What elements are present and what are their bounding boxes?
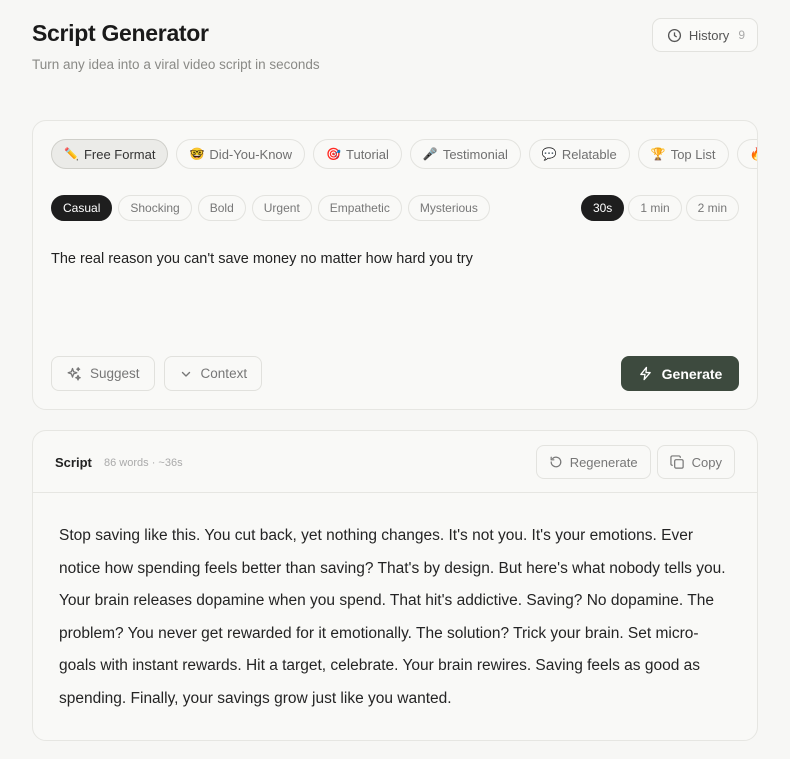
copy-icon (669, 454, 685, 470)
format-chip-in[interactable]: 🔥 In (736, 139, 757, 169)
prompt-tools: Suggest Context (51, 356, 263, 391)
regenerate-label: Regenerate (569, 454, 638, 470)
suggest-label: Suggest (90, 366, 140, 381)
script-card: Script 86 words · ~36s Regenerate Copy S… (32, 430, 758, 741)
context-button[interactable]: Context (163, 356, 263, 391)
speech-bubble-icon: 💬 (541, 147, 557, 161)
history-count: 9 (738, 28, 745, 42)
trophy-icon: 🏆 (650, 147, 666, 161)
target-icon: 🎯 (326, 147, 341, 161)
context-label: Context (200, 366, 248, 381)
format-chip-label: Tutorial (346, 146, 389, 162)
clock-icon (667, 28, 682, 43)
copy-button[interactable]: Copy (656, 445, 735, 479)
suggest-button[interactable]: Suggest (51, 356, 155, 391)
page-header: Script Generator Turn any idea into a vi… (32, 18, 758, 80)
microphone-icon: 🎤 (422, 147, 438, 161)
script-header: Script 86 words · ~36s Regenerate Copy (33, 431, 757, 493)
format-chip-top-list[interactable]: 🏆 Top List (637, 139, 729, 169)
regenerate-button[interactable]: Regenerate (535, 445, 651, 479)
generate-label: Generate (661, 365, 723, 382)
tone-selector: Casual Shocking Bold Urgent Empathetic M… (51, 195, 490, 221)
tone-shocking[interactable]: Shocking (118, 195, 192, 221)
duration-1-min[interactable]: 1 min (628, 195, 682, 221)
format-chip-label: Testimonial (442, 146, 508, 162)
duration-selector: 30s 1 min 2 min (580, 195, 739, 221)
format-chip-label: Top List (670, 146, 716, 162)
page-title: Script Generator (32, 20, 209, 46)
format-selector: ✏️ Free Format 🤓 Did-You-Know 🎯 Tutorial… (51, 139, 757, 169)
history-button[interactable]: History 9 (651, 18, 758, 52)
tone-bold[interactable]: Bold (197, 195, 246, 221)
format-chip-free-format[interactable]: ✏️ Free Format (51, 139, 169, 169)
duration-2-min[interactable]: 2 min (685, 195, 739, 221)
tone-urgent[interactable]: Urgent (251, 195, 312, 221)
pencil-icon: ✏️ (64, 147, 79, 161)
tone-empathetic[interactable]: Empathetic (317, 195, 402, 221)
prompt-input[interactable]: The real reason you can't save money no … (51, 249, 739, 269)
format-chip-tutorial[interactable]: 🎯 Tutorial (313, 139, 402, 169)
generate-button[interactable]: Generate (621, 356, 739, 391)
duration-30s[interactable]: 30s (580, 195, 625, 221)
tone-casual[interactable]: Casual (51, 195, 113, 221)
sparkles-icon (66, 366, 82, 382)
nerd-face-icon: 🤓 (189, 147, 205, 161)
format-chip-label: Did-You-Know (209, 146, 293, 162)
refresh-icon (549, 455, 563, 469)
format-chip-relatable[interactable]: 💬 Relatable (528, 139, 630, 169)
copy-label: Copy (691, 454, 722, 470)
script-title: Script (55, 455, 92, 470)
script-actions: Regenerate Copy (535, 445, 735, 479)
format-chip-testimonial[interactable]: 🎤 Testimonial (409, 139, 521, 169)
format-chip-did-you-know[interactable]: 🤓 Did-You-Know (176, 139, 306, 169)
compose-card: ✏️ Free Format 🤓 Did-You-Know 🎯 Tutorial… (32, 120, 758, 410)
chevron-down-icon (179, 367, 193, 381)
fire-icon: 🔥 (750, 147, 757, 161)
page-subtitle: Turn any idea into a viral video script … (32, 57, 320, 72)
script-text: Stop saving like this. You cut back, yet… (59, 527, 726, 707)
format-chip-label: Free Format (83, 146, 156, 162)
format-chip-label: Relatable (561, 146, 617, 162)
tone-mysterious[interactable]: Mysterious (407, 195, 490, 221)
lightning-icon (638, 366, 653, 381)
history-label: History (688, 27, 730, 43)
script-stats: 86 words · ~36s (104, 457, 183, 469)
